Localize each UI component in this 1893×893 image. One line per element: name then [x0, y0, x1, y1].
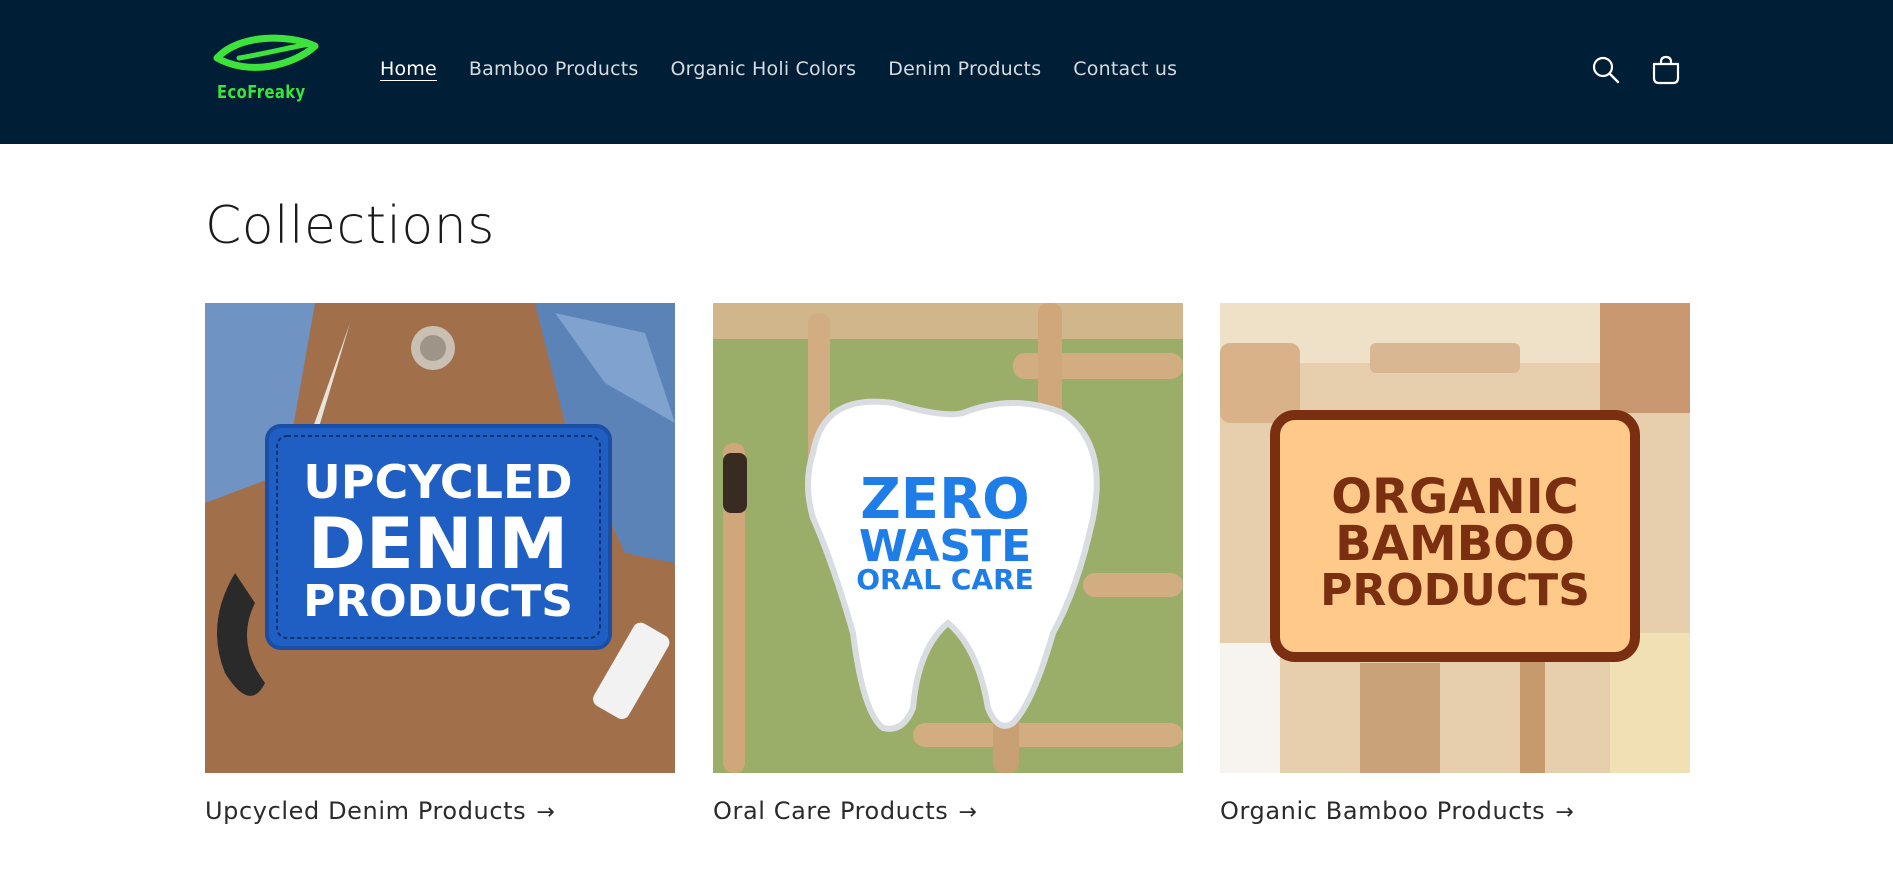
oral-image-line-3: ORAL CARE: [856, 563, 1034, 596]
search-icon: [1592, 56, 1620, 84]
page-title: Collections: [205, 196, 495, 256]
collection-image-oral-care[interactable]: ZERO WASTE ORAL CARE: [713, 303, 1183, 773]
denim-image-line-3: PRODUCTS: [303, 576, 573, 627]
collection-card-organic-bamboo[interactable]: ORGANIC BAMBOO PRODUCTS Organic Bamboo P…: [1220, 303, 1690, 825]
collection-link-upcycled-denim[interactable]: Upcycled Denim Products →: [205, 797, 675, 825]
site-header: EcoFreaky Home Bamboo Products Organic H…: [0, 0, 1893, 144]
nav-denim-products[interactable]: Denim Products: [888, 58, 1041, 80]
bamboo-image-line-2: BAMBOO: [1335, 516, 1575, 572]
denim-image-line-1: UPCYCLED: [303, 455, 572, 509]
site-logo[interactable]: EcoFreaky: [207, 30, 323, 110]
collection-link-oral-care[interactable]: Oral Care Products →: [713, 797, 1183, 825]
main-nav: Home Bamboo Products Organic Holi Colors…: [380, 58, 1177, 80]
denim-image-line-2: DENIM: [308, 503, 568, 585]
collection-card-oral-care[interactable]: ZERO WASTE ORAL CARE Oral Care Products →: [713, 303, 1183, 825]
cart-button[interactable]: [1650, 54, 1682, 86]
collection-image-denim[interactable]: UPCYCLED DENIM PRODUCTS: [205, 303, 675, 773]
nav-bamboo-products[interactable]: Bamboo Products: [469, 58, 639, 80]
nav-organic-holi-colors[interactable]: Organic Holi Colors: [671, 58, 857, 80]
nav-contact-us[interactable]: Contact us: [1073, 58, 1177, 80]
leaf-logo-icon: [213, 34, 319, 71]
collection-label: Organic Bamboo Products: [1220, 797, 1546, 825]
collection-label: Oral Care Products: [713, 797, 949, 825]
arrow-right-icon: →: [958, 800, 978, 825]
logo-text: EcoFreaky: [217, 82, 306, 103]
collection-label: Upcycled Denim Products: [205, 797, 527, 825]
collection-image-bamboo[interactable]: ORGANIC BAMBOO PRODUCTS: [1220, 303, 1690, 773]
collection-card-upcycled-denim[interactable]: UPCYCLED DENIM PRODUCTS Upcycled Denim P…: [205, 303, 675, 825]
nav-home[interactable]: Home: [380, 58, 437, 80]
bamboo-image-line-3: PRODUCTS: [1320, 565, 1590, 616]
cart-icon: [1652, 55, 1680, 85]
collection-link-organic-bamboo[interactable]: Organic Bamboo Products →: [1220, 797, 1690, 825]
search-button[interactable]: [1590, 54, 1622, 86]
arrow-right-icon: →: [1555, 800, 1575, 825]
arrow-right-icon: →: [536, 800, 556, 825]
